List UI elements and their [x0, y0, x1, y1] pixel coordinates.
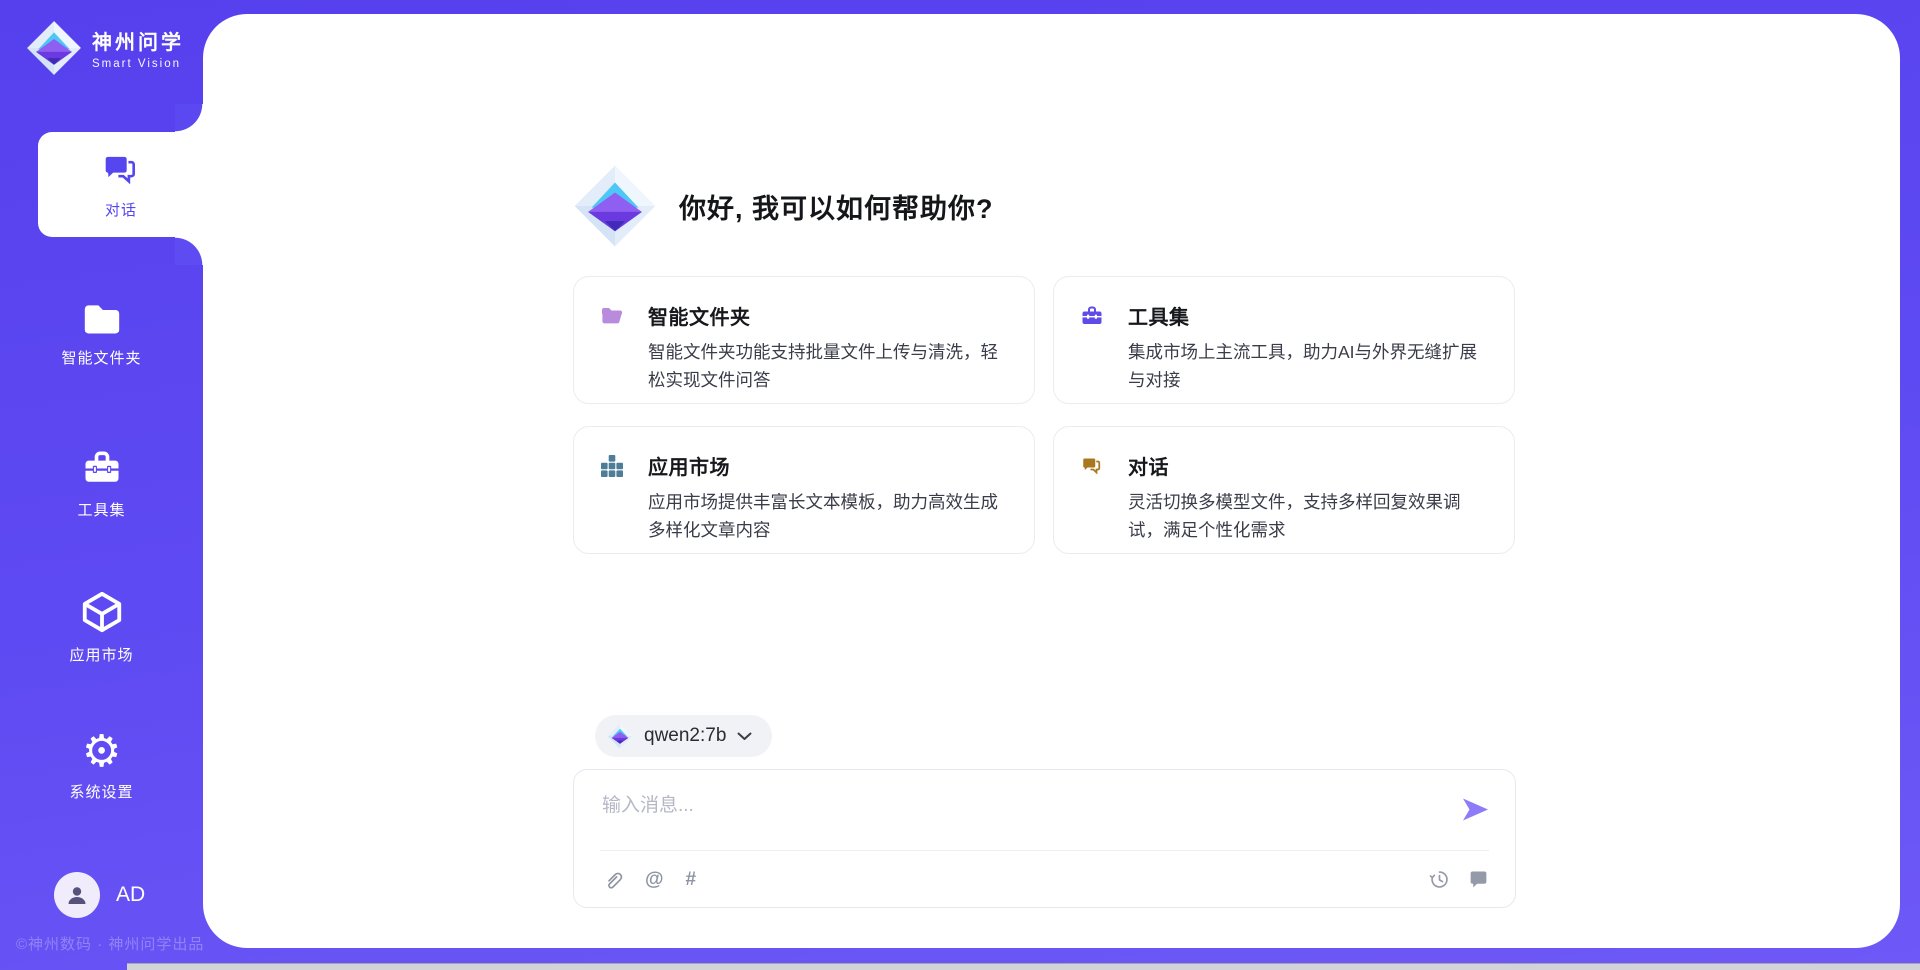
model-selector[interactable]: qwen2:7b [595, 715, 772, 757]
card-title: 对话 [1128, 451, 1169, 480]
card-title: 工具集 [1128, 301, 1190, 330]
sidebar-item-app-market[interactable]: 应用市场 [0, 589, 203, 665]
chat-bubbles-icon [1080, 454, 1104, 478]
flex-spacer [573, 554, 1516, 715]
sidebar-item-chat[interactable]: 对话 [38, 132, 204, 237]
sidebar-item-label: 智能文件夹 [61, 347, 141, 368]
message-input[interactable] [602, 790, 1462, 842]
briefcase-icon [1080, 304, 1104, 328]
brand: 神州问学 Smart Vision [26, 20, 184, 76]
toolbox-icon [80, 446, 124, 490]
brand-text: 神州问学 Smart Vision [92, 26, 184, 70]
card-toolset[interactable]: 工具集 集成市场上主流工具，助力AI与外界无缝扩展与对接 [1053, 276, 1515, 404]
sidebar-item-settings[interactable]: ⚙ 系统设置 [0, 732, 203, 802]
open-folder-icon [600, 304, 624, 328]
send-icon[interactable] [1462, 796, 1489, 823]
sidebar-item-label: 工具集 [77, 499, 125, 520]
avatar [54, 872, 100, 918]
copyright-footer: ©神州数码 · 神州问学出品 [16, 933, 204, 954]
brand-name: 神州问学 [92, 26, 184, 55]
pixel-grid-icon [600, 454, 624, 478]
user-profile[interactable]: AD [54, 872, 145, 918]
card-title: 应用市场 [648, 451, 730, 480]
horizontal-scrollbar[interactable] [127, 963, 1920, 970]
user-initials: AD [116, 883, 145, 907]
composer-input-row [574, 770, 1515, 850]
sidebar-item-label: 系统设置 [69, 781, 133, 802]
feature-cards: 智能文件夹 智能文件夹功能支持批量文件上传与清洗，轻松实现文件问答 工具 [573, 276, 1516, 554]
sidebar-item-label: 应用市场 [69, 644, 133, 665]
person-icon [65, 883, 89, 907]
history-icon[interactable] [1429, 869, 1450, 890]
chevron-down-icon [737, 732, 752, 741]
tab-fillet-top [175, 104, 203, 132]
card-description: 灵活切换多模型文件，支持多样回复效果调试，满足个性化需求 [1128, 489, 1488, 544]
model-name: qwen2:7b [644, 725, 726, 747]
sidebar: 神州问学 Smart Vision 对话 智能文件夹 [0, 0, 203, 970]
card-description: 智能文件夹功能支持批量文件上传与清洗，轻松实现文件问答 [648, 339, 1008, 394]
card-description: 集成市场上主流工具，助力AI与外界无缝扩展与对接 [1128, 339, 1488, 394]
model-logo-icon [607, 723, 633, 749]
brand-subtitle: Smart Vision [92, 58, 184, 70]
greeting-logo-icon [573, 164, 657, 248]
sidebar-item-toolset[interactable]: 工具集 [0, 446, 203, 520]
card-app-market[interactable]: 应用市场 应用市场提供丰富长文本模板，助力高效生成多样化文章内容 [573, 426, 1035, 554]
composer-toolbar-right [1429, 869, 1489, 890]
card-title: 智能文件夹 [648, 301, 751, 330]
greeting: 你好, 我可以如何帮助你? [573, 164, 1516, 248]
card-chat[interactable]: 对话 灵活切换多模型文件，支持多样回复效果调试，满足个性化需求 [1053, 426, 1515, 554]
card-description: 应用市场提供丰富长文本模板，助力高效生成多样化文章内容 [648, 489, 1008, 544]
hashtag-icon[interactable]: # [686, 870, 697, 889]
cube-icon [79, 589, 125, 635]
mention-icon[interactable]: @ [645, 870, 664, 889]
tab-fillet-bottom [175, 237, 203, 265]
main-panel: 你好, 我可以如何帮助你? 智能文件夹 智能文件夹功能支持批量文件上传与清洗，轻… [203, 14, 1900, 948]
attachment-icon[interactable] [602, 869, 623, 890]
sidebar-item-smart-folder[interactable]: 智能文件夹 [0, 300, 203, 368]
content-column: 你好, 我可以如何帮助你? 智能文件夹 智能文件夹功能支持批量文件上传与清洗，轻… [573, 14, 1516, 948]
chat-bubbles-icon [100, 149, 142, 191]
sidebar-item-label: 对话 [105, 199, 137, 220]
card-smart-folder[interactable]: 智能文件夹 智能文件夹功能支持批量文件上传与清洗，轻松实现文件问答 [573, 276, 1035, 404]
brand-logo-icon [26, 20, 82, 76]
composer: @ # [573, 769, 1516, 908]
composer-toolbar: @ # [574, 851, 1515, 907]
chat-square-icon[interactable] [1468, 869, 1489, 890]
folder-icon [80, 300, 124, 338]
greeting-title: 你好, 我可以如何帮助你? [679, 187, 994, 226]
gear-icon: ⚙ [82, 732, 121, 772]
